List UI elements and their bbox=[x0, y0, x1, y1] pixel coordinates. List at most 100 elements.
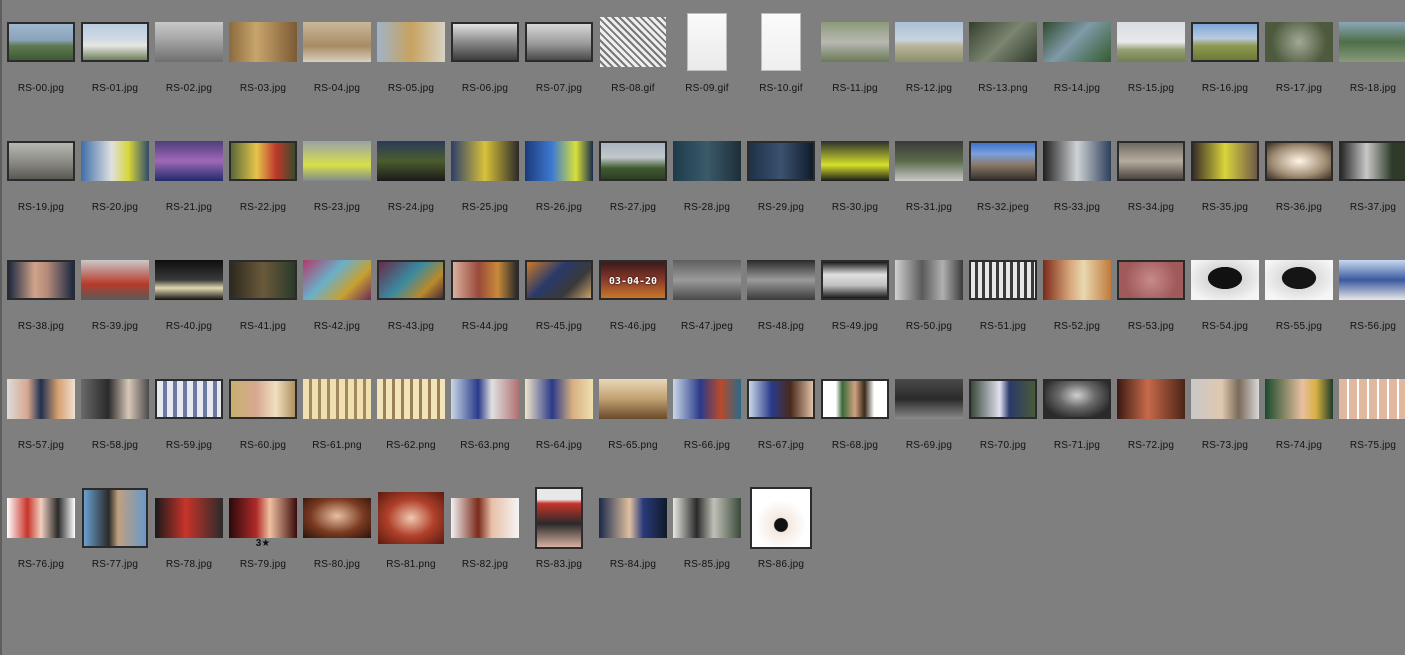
image-thumbnail[interactable] bbox=[673, 498, 741, 538]
image-thumbnail[interactable] bbox=[7, 379, 75, 419]
image-thumbnail[interactable] bbox=[599, 141, 667, 181]
thumbnail-cell[interactable]: RS-56.jpg bbox=[1336, 240, 1405, 358]
image-thumbnail[interactable] bbox=[969, 260, 1037, 300]
thumbnail-cell[interactable]: RS-14.jpg bbox=[1040, 2, 1114, 120]
thumbnail-cell[interactable]: RS-75.jpg bbox=[1336, 359, 1405, 477]
thumbnail-area[interactable] bbox=[670, 2, 744, 82]
thumbnail-cell[interactable]: RS-28.jpg bbox=[670, 121, 744, 239]
thumbnail-area[interactable] bbox=[744, 2, 818, 82]
thumbnail-area[interactable] bbox=[1336, 121, 1405, 201]
image-thumbnail[interactable] bbox=[1117, 141, 1185, 181]
thumbnail-cell[interactable]: RS-52.jpg bbox=[1040, 240, 1114, 358]
thumbnail-area[interactable] bbox=[1262, 240, 1336, 320]
thumbnail-area[interactable]: 03-04-20 bbox=[596, 240, 670, 320]
thumbnail-cell[interactable]: RS-47.jpeg bbox=[670, 240, 744, 358]
thumbnail-area[interactable] bbox=[374, 478, 448, 558]
image-thumbnail[interactable] bbox=[1043, 22, 1111, 62]
thumbnail-cell[interactable]: RS-61.png bbox=[300, 359, 374, 477]
thumbnail-area[interactable] bbox=[4, 240, 78, 320]
thumbnail-area[interactable] bbox=[818, 121, 892, 201]
image-thumbnail[interactable] bbox=[747, 141, 815, 181]
thumbnail-cell[interactable]: RS-11.jpg bbox=[818, 2, 892, 120]
thumbnail-cell[interactable]: RS-53.jpg bbox=[1114, 240, 1188, 358]
thumbnail-cell[interactable]: RS-13.png bbox=[966, 2, 1040, 120]
thumbnail-cell[interactable]: RS-18.jpg bbox=[1336, 2, 1405, 120]
file-name-label[interactable]: RS-86.jpg bbox=[734, 559, 828, 570]
thumbnail-area[interactable] bbox=[1114, 359, 1188, 439]
image-thumbnail[interactable] bbox=[673, 260, 741, 300]
image-thumbnail[interactable] bbox=[1191, 22, 1259, 62]
image-thumbnail[interactable] bbox=[969, 22, 1037, 62]
thumbnail-cell[interactable]: RS-51.jpg bbox=[966, 240, 1040, 358]
thumbnail-area[interactable] bbox=[374, 240, 448, 320]
image-thumbnail[interactable] bbox=[303, 141, 371, 181]
thumbnail-area[interactable] bbox=[1188, 121, 1262, 201]
thumbnail-area[interactable] bbox=[1188, 2, 1262, 82]
image-thumbnail[interactable] bbox=[378, 492, 444, 544]
image-thumbnail[interactable] bbox=[600, 17, 666, 67]
thumbnail-cell[interactable]: RS-49.jpg bbox=[818, 240, 892, 358]
thumbnail-cell[interactable]: RS-27.jpg bbox=[596, 121, 670, 239]
thumbnail-area[interactable] bbox=[596, 478, 670, 558]
thumbnail-cell[interactable]: RS-33.jpg bbox=[1040, 121, 1114, 239]
thumbnail-area[interactable] bbox=[1040, 2, 1114, 82]
thumbnail-cell[interactable]: RS-58.jpg bbox=[78, 359, 152, 477]
thumbnail-area[interactable] bbox=[300, 2, 374, 82]
image-thumbnail[interactable] bbox=[303, 260, 371, 300]
thumbnail-area[interactable] bbox=[4, 478, 78, 558]
thumbnail-area[interactable] bbox=[966, 121, 1040, 201]
file-name-label[interactable]: RS-37.jpg bbox=[1326, 202, 1405, 213]
thumbnail-cell[interactable]: RS-15.jpg bbox=[1114, 2, 1188, 120]
file-name-label[interactable]: RS-56.jpg bbox=[1326, 321, 1405, 332]
thumbnail-cell[interactable]: RS-82.jpg bbox=[448, 478, 522, 596]
thumbnail-area[interactable] bbox=[596, 121, 670, 201]
thumbnail-cell[interactable]: RS-63.png bbox=[448, 359, 522, 477]
image-thumbnail[interactable] bbox=[821, 22, 889, 62]
thumbnail-area[interactable] bbox=[78, 359, 152, 439]
thumbnail-area[interactable] bbox=[1114, 121, 1188, 201]
thumbnail-area[interactable] bbox=[892, 121, 966, 201]
thumbnail-cell[interactable]: RS-76.jpg bbox=[4, 478, 78, 596]
image-thumbnail[interactable] bbox=[599, 379, 667, 419]
thumbnail-cell[interactable]: RS-30.jpg bbox=[818, 121, 892, 239]
thumbnail-cell[interactable]: RS-34.jpg bbox=[1114, 121, 1188, 239]
thumbnail-area[interactable] bbox=[818, 359, 892, 439]
image-thumbnail[interactable] bbox=[895, 260, 963, 300]
thumbnail-cell[interactable]: RS-39.jpg bbox=[78, 240, 152, 358]
thumbnail-area[interactable] bbox=[744, 359, 818, 439]
thumbnail-cell[interactable]: RS-71.jpg bbox=[1040, 359, 1114, 477]
image-thumbnail[interactable] bbox=[7, 141, 75, 181]
image-thumbnail[interactable] bbox=[821, 260, 889, 300]
thumbnail-area[interactable] bbox=[1336, 240, 1405, 320]
image-thumbnail[interactable] bbox=[1339, 260, 1405, 300]
thumbnail-cell[interactable]: RS-35.jpg bbox=[1188, 121, 1262, 239]
thumbnail-area[interactable] bbox=[1336, 2, 1405, 82]
thumbnail-area[interactable] bbox=[226, 121, 300, 201]
image-thumbnail[interactable] bbox=[747, 379, 815, 419]
image-thumbnail[interactable] bbox=[303, 22, 371, 62]
image-thumbnail[interactable] bbox=[7, 260, 75, 300]
image-thumbnail[interactable] bbox=[1191, 260, 1259, 300]
file-name-label[interactable]: RS-18.jpg bbox=[1326, 83, 1405, 94]
thumbnail-cell[interactable]: RS-06.jpg bbox=[448, 2, 522, 120]
image-thumbnail[interactable] bbox=[821, 141, 889, 181]
image-thumbnail[interactable] bbox=[451, 141, 519, 181]
thumbnail-cell[interactable]: RS-83.jpg bbox=[522, 478, 596, 596]
thumbnail-area[interactable] bbox=[670, 478, 744, 558]
thumbnail-area[interactable] bbox=[152, 359, 226, 439]
thumbnail-cell[interactable]: RS-81.png bbox=[374, 478, 448, 596]
thumbnail-area[interactable] bbox=[892, 240, 966, 320]
image-thumbnail[interactable] bbox=[451, 260, 519, 300]
thumbnail-cell[interactable]: RS-08.gif bbox=[596, 2, 670, 120]
thumbnail-cell[interactable]: RS-09.gif bbox=[670, 2, 744, 120]
thumbnail-cell[interactable]: RS-62.png bbox=[374, 359, 448, 477]
thumbnail-area[interactable] bbox=[226, 2, 300, 82]
thumbnail-area[interactable] bbox=[4, 121, 78, 201]
thumbnail-cell[interactable]: RS-80.jpg bbox=[300, 478, 374, 596]
image-thumbnail[interactable] bbox=[451, 22, 519, 62]
image-thumbnail[interactable] bbox=[969, 141, 1037, 181]
thumbnail-cell[interactable]: RS-40.jpg bbox=[152, 240, 226, 358]
thumbnail-cell[interactable]: RS-48.jpg bbox=[744, 240, 818, 358]
image-thumbnail[interactable] bbox=[229, 22, 297, 62]
thumbnail-cell[interactable]: RS-68.jpg bbox=[818, 359, 892, 477]
